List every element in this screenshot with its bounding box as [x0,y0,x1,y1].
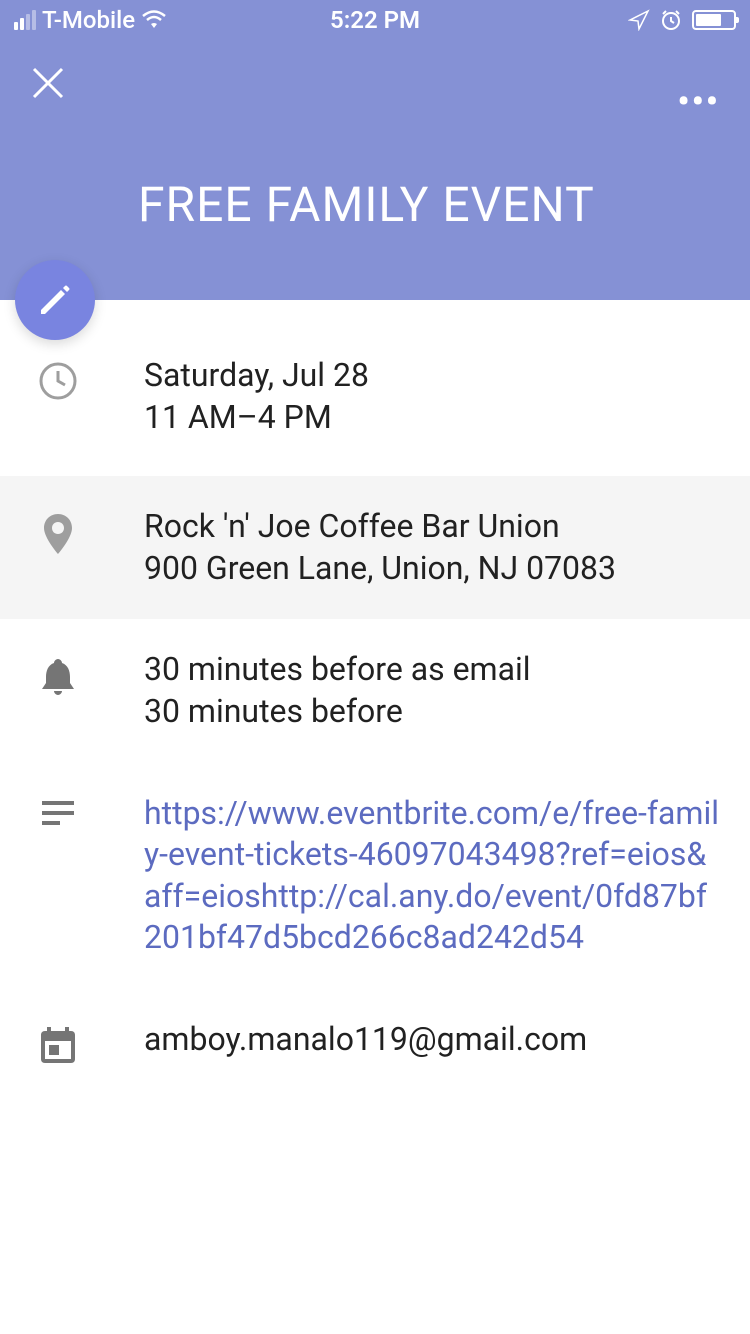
signal-strength-icon [14,10,36,30]
event-link[interactable]: https://www.eventbrite.com/e/free-family… [144,794,719,957]
edit-button[interactable] [15,260,95,340]
alarm-icon [660,9,682,31]
carrier-label: T-Mobile [42,6,135,34]
event-title: FREE FAMILY EVENT [138,176,720,233]
calendar-email: amboy.manalo119@gmail.com [144,1020,587,1058]
battery-icon [692,10,736,30]
calendar-icon [36,1019,80,1065]
location-pin-icon [36,506,80,556]
reminder-notification: 30 minutes before [144,691,531,733]
calendar-row[interactable]: amboy.manalo119@gmail.com [0,989,750,1095]
reminder-email: 30 minutes before as email [144,649,531,691]
notes-content: https://www.eventbrite.com/e/free-family… [144,793,720,959]
event-time: 11 AM–4 PM [144,397,369,439]
time-content: Saturday, Jul 28 11 AM–4 PM [144,355,369,438]
wifi-icon [141,10,167,30]
status-left: T-Mobile [14,6,167,34]
reminder-row[interactable]: 30 minutes before as email 30 minutes be… [0,619,750,762]
location-name: Rock 'n' Joe Coffee Bar Union [144,506,616,548]
status-bar: T-Mobile 5:22 PM [0,0,750,40]
more-options-button[interactable]: ••• [677,82,720,122]
pencil-icon [37,282,73,318]
clock-icon [36,355,80,401]
event-date: Saturday, Jul 28 [144,355,369,397]
status-right [628,9,736,31]
location-row[interactable]: Rock 'n' Joe Coffee Bar Union 900 Green … [0,476,750,619]
notes-row[interactable]: https://www.eventbrite.com/e/free-family… [0,763,750,989]
calendar-content: amboy.manalo119@gmail.com [144,1019,587,1061]
reminder-content: 30 minutes before as email 30 minutes be… [144,649,531,732]
location-address: 900 Green Lane, Union, NJ 07083 [144,548,616,590]
location-content: Rock 'n' Joe Coffee Bar Union 900 Green … [144,506,616,589]
location-arrow-icon [628,9,650,31]
status-time: 5:22 PM [330,6,420,34]
notes-icon [36,793,80,827]
close-button[interactable] [30,65,720,101]
event-header: ••• FREE FAMILY EVENT [0,40,750,300]
bell-icon [36,649,80,697]
time-row[interactable]: Saturday, Jul 28 11 AM–4 PM [0,300,750,476]
